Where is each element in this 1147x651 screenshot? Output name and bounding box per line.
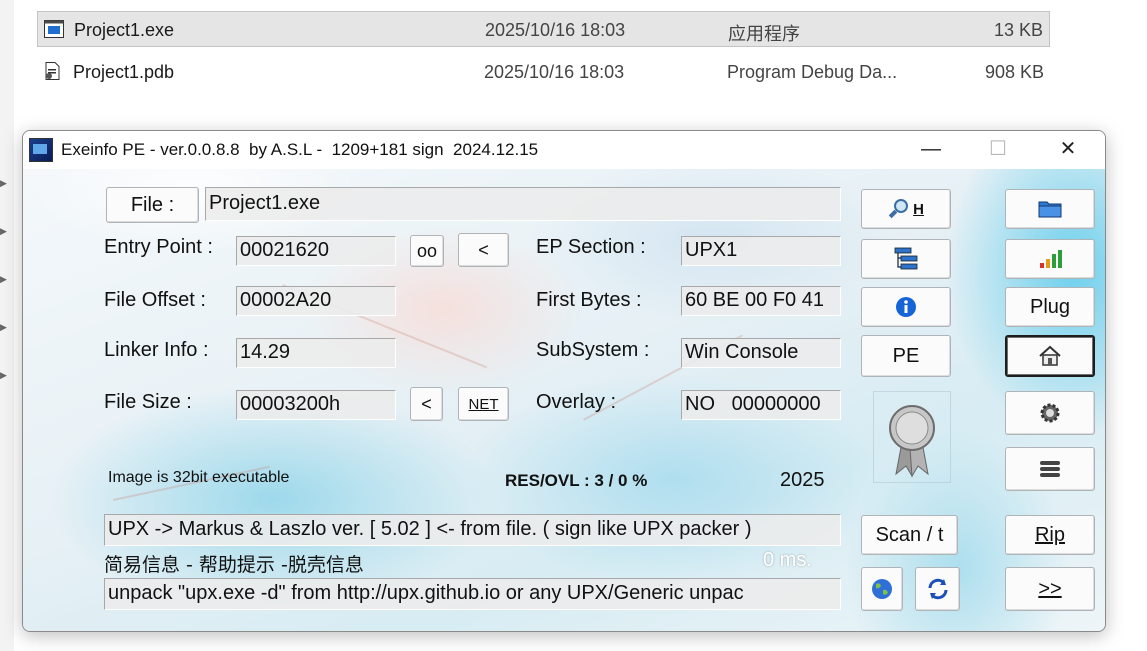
file-offset-label: File Offset :	[104, 289, 206, 311]
file-row[interactable]: Project1.pdb 2025/10/16 18:03 Program De…	[37, 54, 1050, 90]
oo-button[interactable]: oo	[410, 235, 444, 267]
net-button[interactable]: NET	[458, 387, 509, 421]
scan-button[interactable]: Scan / t	[861, 515, 958, 555]
file-button-label: File :	[130, 193, 175, 216]
globe-icon	[872, 579, 892, 599]
unpack-hint-field[interactable]: unpack "upx.exe -d" from http://upx.gith…	[104, 578, 841, 610]
app-icon	[29, 138, 53, 162]
file-path-field[interactable]: Project1.exe	[205, 187, 841, 221]
linker-info-label: Linker Info :	[104, 339, 209, 361]
menu-button[interactable]	[1005, 447, 1095, 491]
res-ovl-text: RES/OVL : 3 / 0 %	[505, 471, 648, 490]
minimize-button[interactable]: —	[908, 133, 954, 165]
close-button[interactable]: ✕	[1045, 133, 1091, 165]
file-size-label: File Size :	[104, 391, 192, 413]
net-button-label: NET	[468, 395, 499, 413]
file-size-field[interactable]: 00003200h	[236, 390, 396, 420]
pdb-file-icon	[45, 62, 60, 80]
file-name: Project1.exe	[74, 20, 175, 40]
main-panel: File : Project1.exe Entry Point : 000216…	[23, 169, 1105, 631]
ep-section-label: EP Section :	[536, 236, 646, 258]
subsystem-label: SubSystem :	[536, 339, 650, 361]
back-button-label: <	[421, 393, 432, 414]
home-icon	[1039, 345, 1061, 366]
info-button[interactable]	[861, 287, 951, 327]
first-bytes-label: First Bytes :	[536, 289, 642, 311]
nav-chevron-icon[interactable]: ▶	[0, 322, 8, 332]
tree-structure-icon	[894, 247, 918, 270]
back-button-label: <	[478, 239, 489, 260]
refresh-arrows-icon	[928, 578, 947, 600]
file-row[interactable]: Project1.exe 2025/10/16 18:03 应用程序 13 KB	[37, 11, 1050, 47]
nav-chevron-icon[interactable]: ▶	[0, 274, 8, 284]
gear-icon	[1040, 403, 1060, 423]
file-date: 2025/10/16 18:03	[485, 20, 626, 40]
exeinfo-window: Exeinfo PE - ver.0.0.8.8 by A.S.L - 1209…	[22, 130, 1106, 632]
signal-bars-icon	[1040, 250, 1062, 268]
rip-button[interactable]: Rip	[1005, 515, 1095, 555]
open-folder-button[interactable]	[1005, 189, 1095, 229]
next-button-label: >>	[1038, 577, 1062, 600]
h-label: H	[913, 200, 924, 218]
nav-chevron-icon[interactable]: ▶	[0, 370, 8, 380]
next-button[interactable]: >>	[1005, 567, 1095, 611]
rip-button-label: Rip	[1034, 523, 1065, 546]
linker-info-field[interactable]: 14.29	[236, 338, 396, 368]
info-icon	[896, 297, 916, 317]
tree-view-button[interactable]	[861, 239, 951, 279]
oo-button-label: oo	[416, 240, 438, 261]
pe-button-label: PE	[892, 344, 920, 367]
hex-search-button[interactable]: H	[861, 189, 951, 229]
window-title: Exeinfo PE - ver.0.0.8.8 by A.S.L - 1209…	[61, 140, 539, 159]
timing-text: 0 ms.	[763, 549, 812, 571]
overlay-field[interactable]: NO 00000000	[681, 390, 841, 420]
entry-point-back-button[interactable]: <	[458, 233, 509, 267]
statistics-button[interactable]	[1005, 239, 1095, 279]
entry-point-field[interactable]: 00021620	[236, 236, 396, 266]
folder-icon	[1038, 201, 1062, 218]
hamburger-menu-icon	[1040, 461, 1060, 477]
home-button[interactable]	[1005, 335, 1095, 377]
ep-section-field[interactable]: UPX1	[681, 236, 841, 266]
file-size-back-button[interactable]: <	[410, 387, 443, 421]
file-size: 13 KB	[993, 20, 1043, 40]
file-type: 应用程序	[728, 24, 800, 44]
file-offset-field[interactable]: 00002A20	[236, 286, 396, 316]
settings-button[interactable]	[1005, 391, 1095, 435]
entry-point-label: Entry Point :	[104, 236, 213, 258]
title-bar[interactable]: Exeinfo PE - ver.0.0.8.8 by A.S.L - 1209…	[23, 131, 1105, 169]
nav-chevron-icon[interactable]: ▶	[0, 178, 8, 188]
file-browse-button[interactable]: File :	[106, 187, 199, 223]
overlay-label: Overlay :	[536, 391, 617, 413]
plug-button-label: Plug	[1029, 295, 1071, 318]
exe-file-icon	[44, 20, 64, 38]
file-date: 2025/10/16 18:03	[484, 62, 625, 82]
file-type: Program Debug Da...	[727, 62, 898, 82]
detection-field[interactable]: UPX -> Markus & Laszlo ver. [ 5.02 ] <- …	[104, 514, 841, 546]
award-badge-icon	[873, 391, 951, 483]
web-button[interactable]	[861, 567, 903, 611]
help-text: 简易信息 - 帮助提示 -脱壳信息	[104, 554, 364, 576]
magnifier-icon	[888, 198, 910, 220]
file-name: Project1.pdb	[73, 62, 175, 82]
year-text: 2025	[780, 469, 825, 491]
first-bytes-field[interactable]: 60 BE 00 F0 41	[681, 286, 841, 316]
scan-button-label: Scan / t	[875, 523, 944, 546]
maximize-button[interactable]: ☐	[975, 133, 1021, 165]
image-info-text: Image is 32bit executable	[108, 469, 290, 486]
nav-chevron-icon[interactable]: ▶	[0, 226, 8, 236]
file-size: 908 KB	[984, 62, 1044, 82]
refresh-button[interactable]	[915, 567, 960, 611]
plugin-button[interactable]: Plug	[1005, 287, 1095, 327]
subsystem-field[interactable]: Win Console	[681, 338, 841, 368]
pe-button[interactable]: PE	[861, 335, 951, 377]
